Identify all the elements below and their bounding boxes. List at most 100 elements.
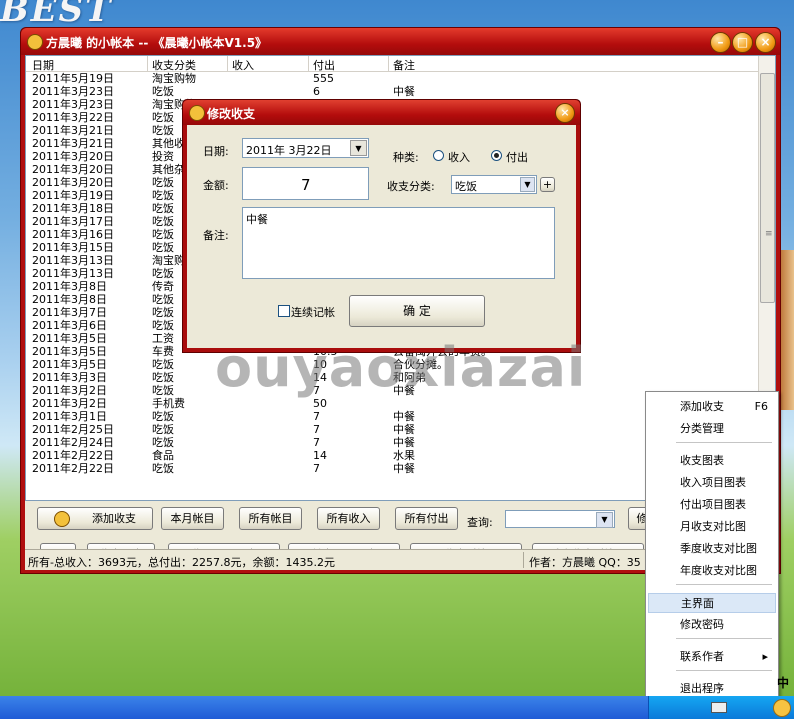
row-category: 吃饭 — [152, 176, 174, 189]
row-date: 2011年3月20日 — [32, 163, 114, 176]
row-date: 2011年3月3日 — [32, 371, 107, 384]
row-date: 2011年3月23日 — [32, 85, 114, 98]
row-expense: 6 — [313, 85, 320, 98]
column-header-category[interactable]: 收支分类 — [152, 57, 196, 73]
date-label: 日期: — [203, 145, 229, 158]
confirm-button[interactable]: 确 定 — [349, 295, 485, 327]
add-record-button[interactable]: 添加收支 — [37, 507, 153, 530]
row-date: 2011年3月20日 — [32, 150, 114, 163]
row-date: 2011年3月23日 — [32, 98, 114, 111]
menu-item[interactable]: 收支图表 — [648, 451, 776, 471]
add-category-button[interactable]: + — [540, 177, 555, 192]
dialog-icon — [189, 105, 205, 121]
menu-item[interactable]: 添加收支 F6 — [648, 397, 776, 417]
row-expense: 7 — [313, 462, 320, 475]
table-row[interactable]: 2011年5月19日 淘宝购物 555 — [26, 72, 766, 85]
calendar-dropdown-icon[interactable]: ▼ — [350, 140, 367, 156]
row-category: 吃饭 — [152, 215, 174, 228]
row-note: 中餐 — [393, 85, 415, 98]
menu-item-label: 付出项目图表 — [680, 498, 746, 511]
dialog-close-button[interactable]: × — [555, 103, 575, 123]
type-expense-radio[interactable] — [491, 150, 502, 161]
menu-item[interactable]: 修改密码 — [648, 615, 776, 635]
row-note: 中餐 — [393, 462, 415, 475]
menu-item[interactable]: 付出项目图表 — [648, 495, 776, 515]
row-date: 2011年3月15日 — [32, 241, 114, 254]
column-header-income[interactable]: 收入 — [232, 57, 254, 73]
note-textarea[interactable]: 中餐 — [242, 207, 555, 279]
table-row[interactable]: 2011年3月23日 吃饭 6 中餐 — [26, 85, 766, 98]
dialog-titlebar[interactable]: 修改收支 × — [183, 100, 580, 125]
all-records-button[interactable]: 所有帐目 — [239, 507, 302, 530]
amount-label: 金额: — [203, 179, 229, 192]
all-expense-button[interactable]: 所有付出 — [395, 507, 458, 530]
keyboard-icon[interactable] — [711, 702, 727, 713]
menu-item[interactable]: 季度收支对比图 — [648, 539, 776, 559]
menu-item[interactable]: 主界面 — [648, 593, 776, 613]
this-month-button[interactable]: 本月帐目 — [161, 507, 224, 530]
close-button[interactable]: × — [755, 32, 776, 53]
row-category: 传奇 — [152, 280, 174, 293]
row-date: 2011年2月22日 — [32, 449, 114, 462]
dialog-body: 日期: 2011年 3月22日 ▼ 种类: 收入 付出 金额: 7 收支分类: … — [187, 125, 576, 348]
menu-separator — [676, 670, 772, 671]
edit-record-dialog: 修改收支 × 日期: 2011年 3月22日 ▼ 种类: 收入 付出 金额: 7… — [182, 99, 581, 353]
tray-app-icon[interactable] — [773, 699, 791, 717]
menu-item-label: 年度收支对比图 — [680, 564, 757, 577]
minimize-button[interactable]: – — [710, 32, 731, 53]
query-combobox[interactable]: ▼ — [505, 510, 615, 528]
menu-item[interactable]: 联系作者 ▸ — [648, 647, 776, 667]
menu-item[interactable]: 月收支对比图 — [648, 517, 776, 537]
continuous-label[interactable]: 连续记帐 — [291, 304, 335, 320]
category-select[interactable]: 吃饭 ▼ — [451, 175, 537, 194]
row-date: 2011年3月5日 — [32, 345, 107, 358]
amount-input[interactable]: 7 — [242, 167, 369, 200]
query-label: 查询: — [467, 516, 493, 529]
row-date: 2011年3月19日 — [32, 189, 114, 202]
maximize-button[interactable]: □ — [732, 32, 753, 53]
row-category: 食品 — [152, 449, 174, 462]
row-date: 2011年3月2日 — [32, 384, 107, 397]
menu-item-label: 修改密码 — [680, 618, 724, 631]
row-date: 2011年3月17日 — [32, 215, 114, 228]
column-header-expense[interactable]: 付出 — [313, 57, 335, 73]
row-date: 2011年2月22日 — [32, 462, 114, 475]
row-expense: 7 — [313, 410, 320, 423]
row-date: 2011年3月8日 — [32, 280, 107, 293]
menu-shortcut: F6 — [754, 400, 768, 413]
context-menu: 添加收支 F6 分类管理收支图表收入项目图表付出项目图表月收支对比图 季度收支对比图年… — [645, 391, 779, 701]
row-category: 吃饭 — [152, 202, 174, 215]
all-income-button[interactable]: 所有收入 — [317, 507, 380, 530]
list-header: 日期 收支分类 收入 付出 备注 — [26, 56, 766, 72]
window-titlebar[interactable]: 方晨曦 的小帐本 -- 《晨曦小帐本V1.5》 – □ × — [21, 28, 780, 55]
row-category: 吃饭 — [152, 124, 174, 137]
menu-item-label: 收支图表 — [680, 454, 724, 467]
row-category: 吃饭 — [152, 306, 174, 319]
row-date: 2011年3月16日 — [32, 228, 114, 241]
menu-separator — [676, 638, 772, 639]
menu-item[interactable]: 收入项目图表 — [648, 473, 776, 493]
menu-item-label: 分类管理 — [680, 422, 724, 435]
column-header-note[interactable]: 备注 — [393, 57, 415, 73]
type-income-label[interactable]: 收入 — [448, 149, 470, 165]
row-date: 2011年2月24日 — [32, 436, 114, 449]
type-expense-label[interactable]: 付出 — [506, 149, 528, 165]
row-note: 中餐 — [393, 410, 415, 423]
row-date: 2011年5月19日 — [32, 72, 114, 85]
row-date: 2011年3月5日 — [32, 358, 107, 371]
row-date: 2011年3月7日 — [32, 306, 107, 319]
date-picker[interactable]: 2011年 3月22日 ▼ — [242, 138, 369, 158]
type-income-radio[interactable] — [433, 150, 444, 161]
row-category: 吃饭 — [152, 85, 174, 98]
scrollbar-thumb[interactable]: ≡ — [760, 73, 775, 303]
column-header-date[interactable]: 日期 — [32, 57, 54, 73]
continuous-checkbox[interactable] — [278, 305, 290, 317]
row-date: 2011年3月20日 — [32, 176, 114, 189]
menu-item[interactable]: 年度收支对比图 — [648, 561, 776, 581]
menu-separator — [676, 584, 772, 585]
chevron-down-icon[interactable]: ▼ — [596, 512, 613, 528]
menu-item[interactable]: 分类管理 — [648, 419, 776, 439]
chevron-down-icon[interactable]: ▼ — [520, 177, 535, 192]
row-category: 吃饭 — [152, 423, 174, 436]
row-date: 2011年3月8日 — [32, 293, 107, 306]
